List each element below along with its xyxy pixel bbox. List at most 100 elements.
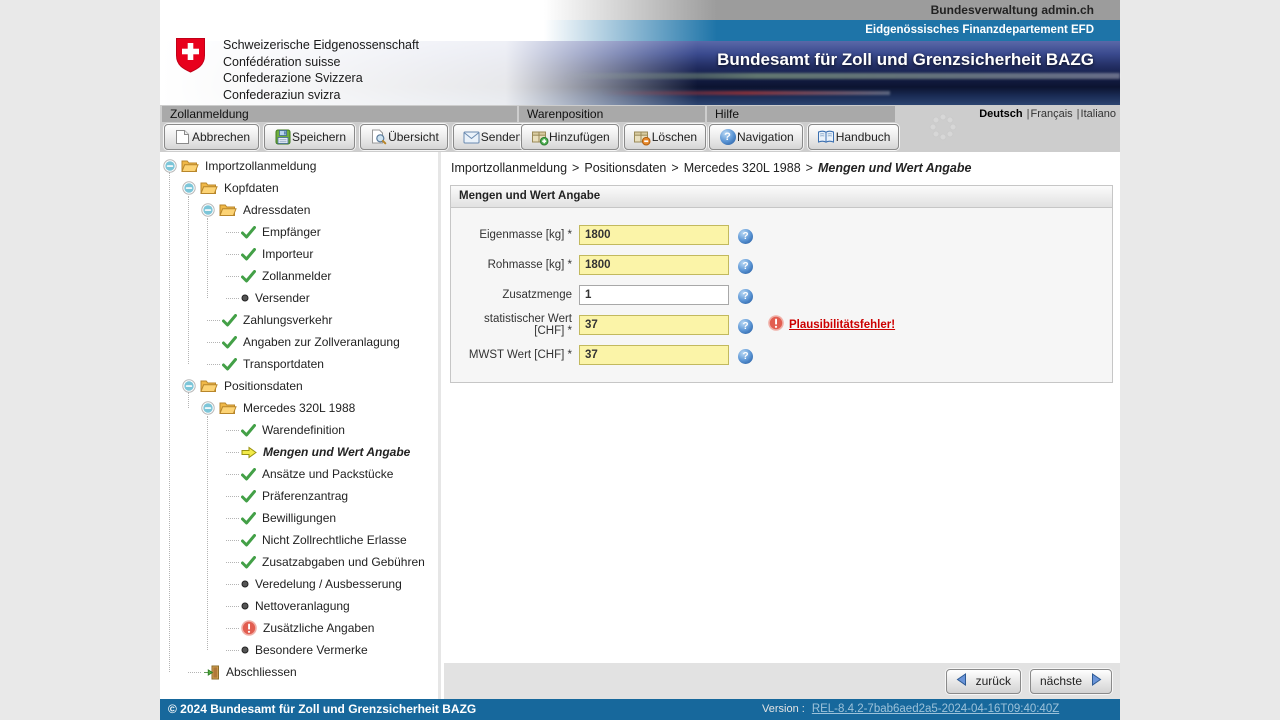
tree-item-nettoveranlagung[interactable]: Nettoveranlagung: [226, 595, 350, 617]
logo-line: Confédération suisse: [223, 54, 419, 71]
tree-connector: [226, 452, 239, 453]
book-icon: [817, 130, 836, 144]
tree-item-ansatze-und-packstucke[interactable]: Ansätze und Packstücke: [226, 463, 393, 485]
check-icon: [241, 424, 256, 437]
mwst-wert-chf-input[interactable]: [579, 345, 729, 365]
tree-item-label: Importzollanmeldung: [205, 159, 316, 173]
breadcrumb-separator: >: [572, 161, 579, 175]
tree-item-warendefinition[interactable]: Warendefinition: [226, 419, 345, 441]
language-francais[interactable]: Français: [1030, 108, 1072, 120]
logo-line: Confederazione Svizzera: [223, 70, 419, 87]
next-button[interactable]: nächste: [1030, 669, 1112, 694]
navigation-tree: Importzollanmeldung Kopfdaten Adressdaten E…: [160, 152, 441, 699]
eigenmasse-kg-input[interactable]: [579, 225, 729, 245]
tree-item-bewilligungen[interactable]: Bewilligungen: [226, 507, 336, 529]
form-row-statistischer-wert-chf: statistischer Wert [CHF] *?Plausibilität…: [451, 310, 1112, 340]
version-link[interactable]: REL-8.4.2-7bab6aed2a5-2024-04-16T09:40:4…: [812, 703, 1059, 715]
tree-item-praferenzantrag[interactable]: Präferenzantrag: [226, 485, 348, 507]
speichern-button[interactable]: Speichern: [264, 124, 355, 150]
breadcrumb-item[interactable]: Importzollanmeldung: [451, 161, 567, 175]
tree-item-kopfdaten[interactable]: Kopfdaten: [182, 177, 279, 199]
error-icon: [241, 620, 257, 636]
check-icon: [241, 468, 256, 481]
breadcrumb-separator: >: [671, 161, 678, 175]
tree-item-importeur[interactable]: Importeur: [226, 243, 313, 265]
tree-item-positionsdaten[interactable]: Positionsdaten: [182, 375, 303, 397]
plausibility-error-link[interactable]: Plausibilitätsfehler!: [789, 319, 895, 331]
tree-item-zusatzliche-angaben[interactable]: Zusätzliche Angaben: [226, 617, 374, 639]
loschen-button[interactable]: Löschen: [624, 124, 706, 150]
tree-item-adressdaten[interactable]: Adressdaten: [201, 199, 310, 221]
help-icon[interactable]: ?: [738, 346, 753, 364]
tree-connector: [226, 254, 239, 255]
page-magnifier-icon: [369, 129, 388, 145]
tree-item-abschliessen[interactable]: Abschliessen: [188, 661, 297, 683]
tree-connector: [188, 196, 189, 364]
tree-item-empfanger[interactable]: Empfänger: [226, 221, 321, 243]
zusatzmenge-input[interactable]: [579, 285, 729, 305]
tree-connector: [226, 232, 239, 233]
tree-item-zusatzabgaben-und-gebuhren[interactable]: Zusatzabgaben und Gebühren: [226, 551, 425, 573]
busy-indicator-icon: [928, 112, 958, 147]
collapse-toggle-icon[interactable]: [182, 181, 196, 195]
help-icon[interactable]: ?: [738, 256, 753, 274]
tree-item-veredelung-ausbesserung[interactable]: Veredelung / Ausbesserung: [226, 573, 402, 595]
collapse-toggle-icon[interactable]: [201, 401, 215, 415]
tree-item-transportdaten[interactable]: Transportdaten: [207, 353, 324, 375]
tree-connector: [226, 562, 239, 563]
tree-item-label: Importeur: [262, 247, 313, 261]
breadcrumb-item[interactable]: Positionsdaten: [584, 161, 666, 175]
help-icon[interactable]: ?: [738, 316, 753, 334]
version-info: Version :REL-8.4.2-7bab6aed2a5-2024-04-1…: [762, 699, 1118, 720]
tree-item-versender[interactable]: Versender: [226, 287, 310, 309]
collapse-toggle-icon[interactable]: [163, 159, 177, 173]
tree-connector: [226, 540, 239, 541]
language-italiano[interactable]: Italiano: [1081, 108, 1116, 120]
breadcrumb-item[interactable]: Mercedes 320L 1988: [684, 161, 801, 175]
button-label: Übersicht: [388, 130, 439, 144]
abbrechen-button[interactable]: Abbrechen: [164, 124, 259, 150]
tree-item-angaben-zur-zollveranlagung[interactable]: Angaben zur Zollveranlagung: [207, 331, 400, 353]
hinzufugen-button[interactable]: Hinzufügen: [521, 124, 619, 150]
toolbar-group-hilfe: Hilfe?NavigationHandbuch: [707, 106, 895, 150]
help-icon[interactable]: ?: [738, 226, 753, 244]
triangle-right-icon: [1091, 673, 1102, 689]
navigation-button[interactable]: ?Navigation: [709, 124, 803, 150]
button-label: Navigation: [737, 130, 794, 144]
check-icon: [241, 512, 256, 525]
tree-item-zollanmelder[interactable]: Zollanmelder: [226, 265, 331, 287]
handbuch-button[interactable]: Handbuch: [808, 124, 900, 150]
envelope-icon: [462, 131, 481, 144]
tree-item-label: Angaben zur Zollveranlagung: [243, 335, 400, 349]
back-button[interactable]: zurück: [946, 669, 1021, 694]
check-icon: [241, 490, 256, 503]
office-title: Bundesamt für Zoll und Grenzsicherheit B…: [717, 50, 1094, 70]
ubersicht-button[interactable]: Übersicht: [360, 124, 448, 150]
help-icon[interactable]: ?: [738, 286, 753, 304]
collapse-toggle-icon[interactable]: [201, 203, 215, 217]
tree-item-label: Zusatzabgaben und Gebühren: [262, 555, 425, 569]
tree-connector: [226, 584, 239, 585]
tree-item-nicht-zollrechtliche-erlasse[interactable]: Nicht Zollrechtliche Erlasse: [226, 529, 407, 551]
tree-connector: [169, 172, 170, 672]
tree-item-mengen-und-wert-angabe[interactable]: Mengen und Wert Angabe: [226, 441, 410, 463]
tree-item-zahlungsverkehr[interactable]: Zahlungsverkehr: [207, 309, 332, 331]
tree-item-mercedes-320l-1988[interactable]: Mercedes 320L 1988: [201, 397, 355, 419]
tree-item-label: Adressdaten: [243, 203, 310, 217]
breadcrumb-item: Mengen und Wert Angabe: [818, 161, 971, 175]
statistischer-wert-chf-input[interactable]: [579, 315, 729, 335]
admin-bar: Bundesverwaltung admin.ch: [160, 0, 1120, 20]
button-label: Handbuch: [836, 130, 891, 144]
rohmasse-kg-input[interactable]: [579, 255, 729, 275]
finish-exit-icon: [203, 665, 220, 680]
language-deutsch[interactable]: Deutsch: [979, 108, 1022, 120]
bullet-icon: [241, 580, 249, 588]
tree-item-importzollanmeldung[interactable]: Importzollanmeldung: [163, 155, 316, 177]
collapse-toggle-icon[interactable]: [182, 379, 196, 393]
breadcrumb: Importzollanmeldung > Positionsdaten > Merce…: [451, 161, 971, 175]
form-panel-title: Mengen und Wert Angabe: [451, 186, 1112, 208]
form-panel: Mengen und Wert Angabe Eigenmasse [kg] *…: [450, 185, 1113, 383]
bullet-icon: [241, 294, 249, 302]
tree-connector: [226, 430, 239, 431]
tree-item-besondere-vermerke[interactable]: Besondere Vermerke: [226, 639, 368, 661]
